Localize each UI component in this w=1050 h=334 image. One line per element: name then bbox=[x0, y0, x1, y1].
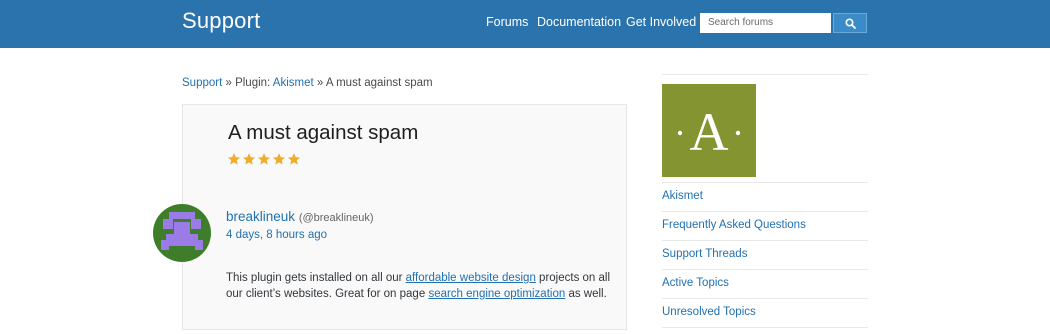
author-name[interactable]: breaklineuk bbox=[226, 209, 295, 224]
star-icon bbox=[257, 153, 271, 165]
breadcrumb: Support » Plugin: Akismet » A must again… bbox=[182, 77, 433, 89]
star-icon bbox=[242, 153, 256, 165]
body-text: as well. bbox=[565, 288, 607, 300]
post-date-link[interactable]: 4 days, 8 hours ago bbox=[226, 229, 327, 241]
search-input[interactable] bbox=[700, 13, 831, 33]
star-icon bbox=[227, 153, 241, 165]
sidebar-divider bbox=[662, 211, 868, 212]
author-line: breaklineuk (@breaklineuk) bbox=[226, 209, 374, 224]
search-icon bbox=[844, 17, 856, 29]
review-body: This plugin gets installed on all our af… bbox=[226, 270, 616, 302]
author-handle: (@breaklineuk) bbox=[298, 212, 374, 224]
star-rating bbox=[227, 152, 301, 166]
star-icon bbox=[272, 153, 286, 165]
plugin-icon[interactable]: A bbox=[662, 84, 756, 177]
search-button[interactable] bbox=[833, 13, 867, 33]
breadcrumb-current: A must against spam bbox=[325, 77, 433, 89]
body-link[interactable]: search engine optimization bbox=[428, 288, 565, 300]
sidebar-divider bbox=[662, 74, 868, 75]
sidebar-link-faq[interactable]: Frequently Asked Questions bbox=[662, 219, 806, 231]
svg-text:A: A bbox=[690, 102, 729, 162]
sidebar-divider bbox=[662, 182, 868, 183]
site-header: Support Forums Documentation Get Involve… bbox=[0, 0, 1050, 48]
sidebar-link-active-topics[interactable]: Active Topics bbox=[662, 277, 729, 289]
sidebar-link-support-threads[interactable]: Support Threads bbox=[662, 248, 747, 260]
breadcrumb-plugin[interactable]: Akismet bbox=[273, 77, 314, 89]
nav-forums[interactable]: Forums bbox=[486, 15, 528, 29]
sidebar-link-akismet[interactable]: Akismet bbox=[662, 190, 703, 202]
star-icon bbox=[287, 153, 301, 165]
sidebar-divider bbox=[662, 327, 868, 328]
breadcrumb-separator: » bbox=[313, 77, 326, 89]
akismet-logo: A bbox=[662, 84, 756, 177]
site-title[interactable]: Support bbox=[182, 8, 260, 34]
nav-get-involved[interactable]: Get Involved bbox=[626, 15, 696, 29]
sidebar-divider bbox=[662, 240, 868, 241]
breadcrumb-separator: » Plugin: bbox=[222, 77, 273, 89]
topic-title: A must against spam bbox=[228, 121, 419, 144]
avatar[interactable] bbox=[153, 204, 211, 262]
body-text: This plugin gets installed on all our bbox=[226, 272, 406, 284]
breadcrumb-support[interactable]: Support bbox=[182, 77, 222, 89]
sidebar-divider bbox=[662, 298, 868, 299]
sidebar-link-unresolved-topics[interactable]: Unresolved Topics bbox=[662, 306, 756, 318]
nav-documentation[interactable]: Documentation bbox=[537, 15, 621, 29]
body-link[interactable]: affordable website design bbox=[406, 272, 536, 284]
sidebar-divider bbox=[662, 269, 868, 270]
identicon-image bbox=[153, 204, 211, 262]
